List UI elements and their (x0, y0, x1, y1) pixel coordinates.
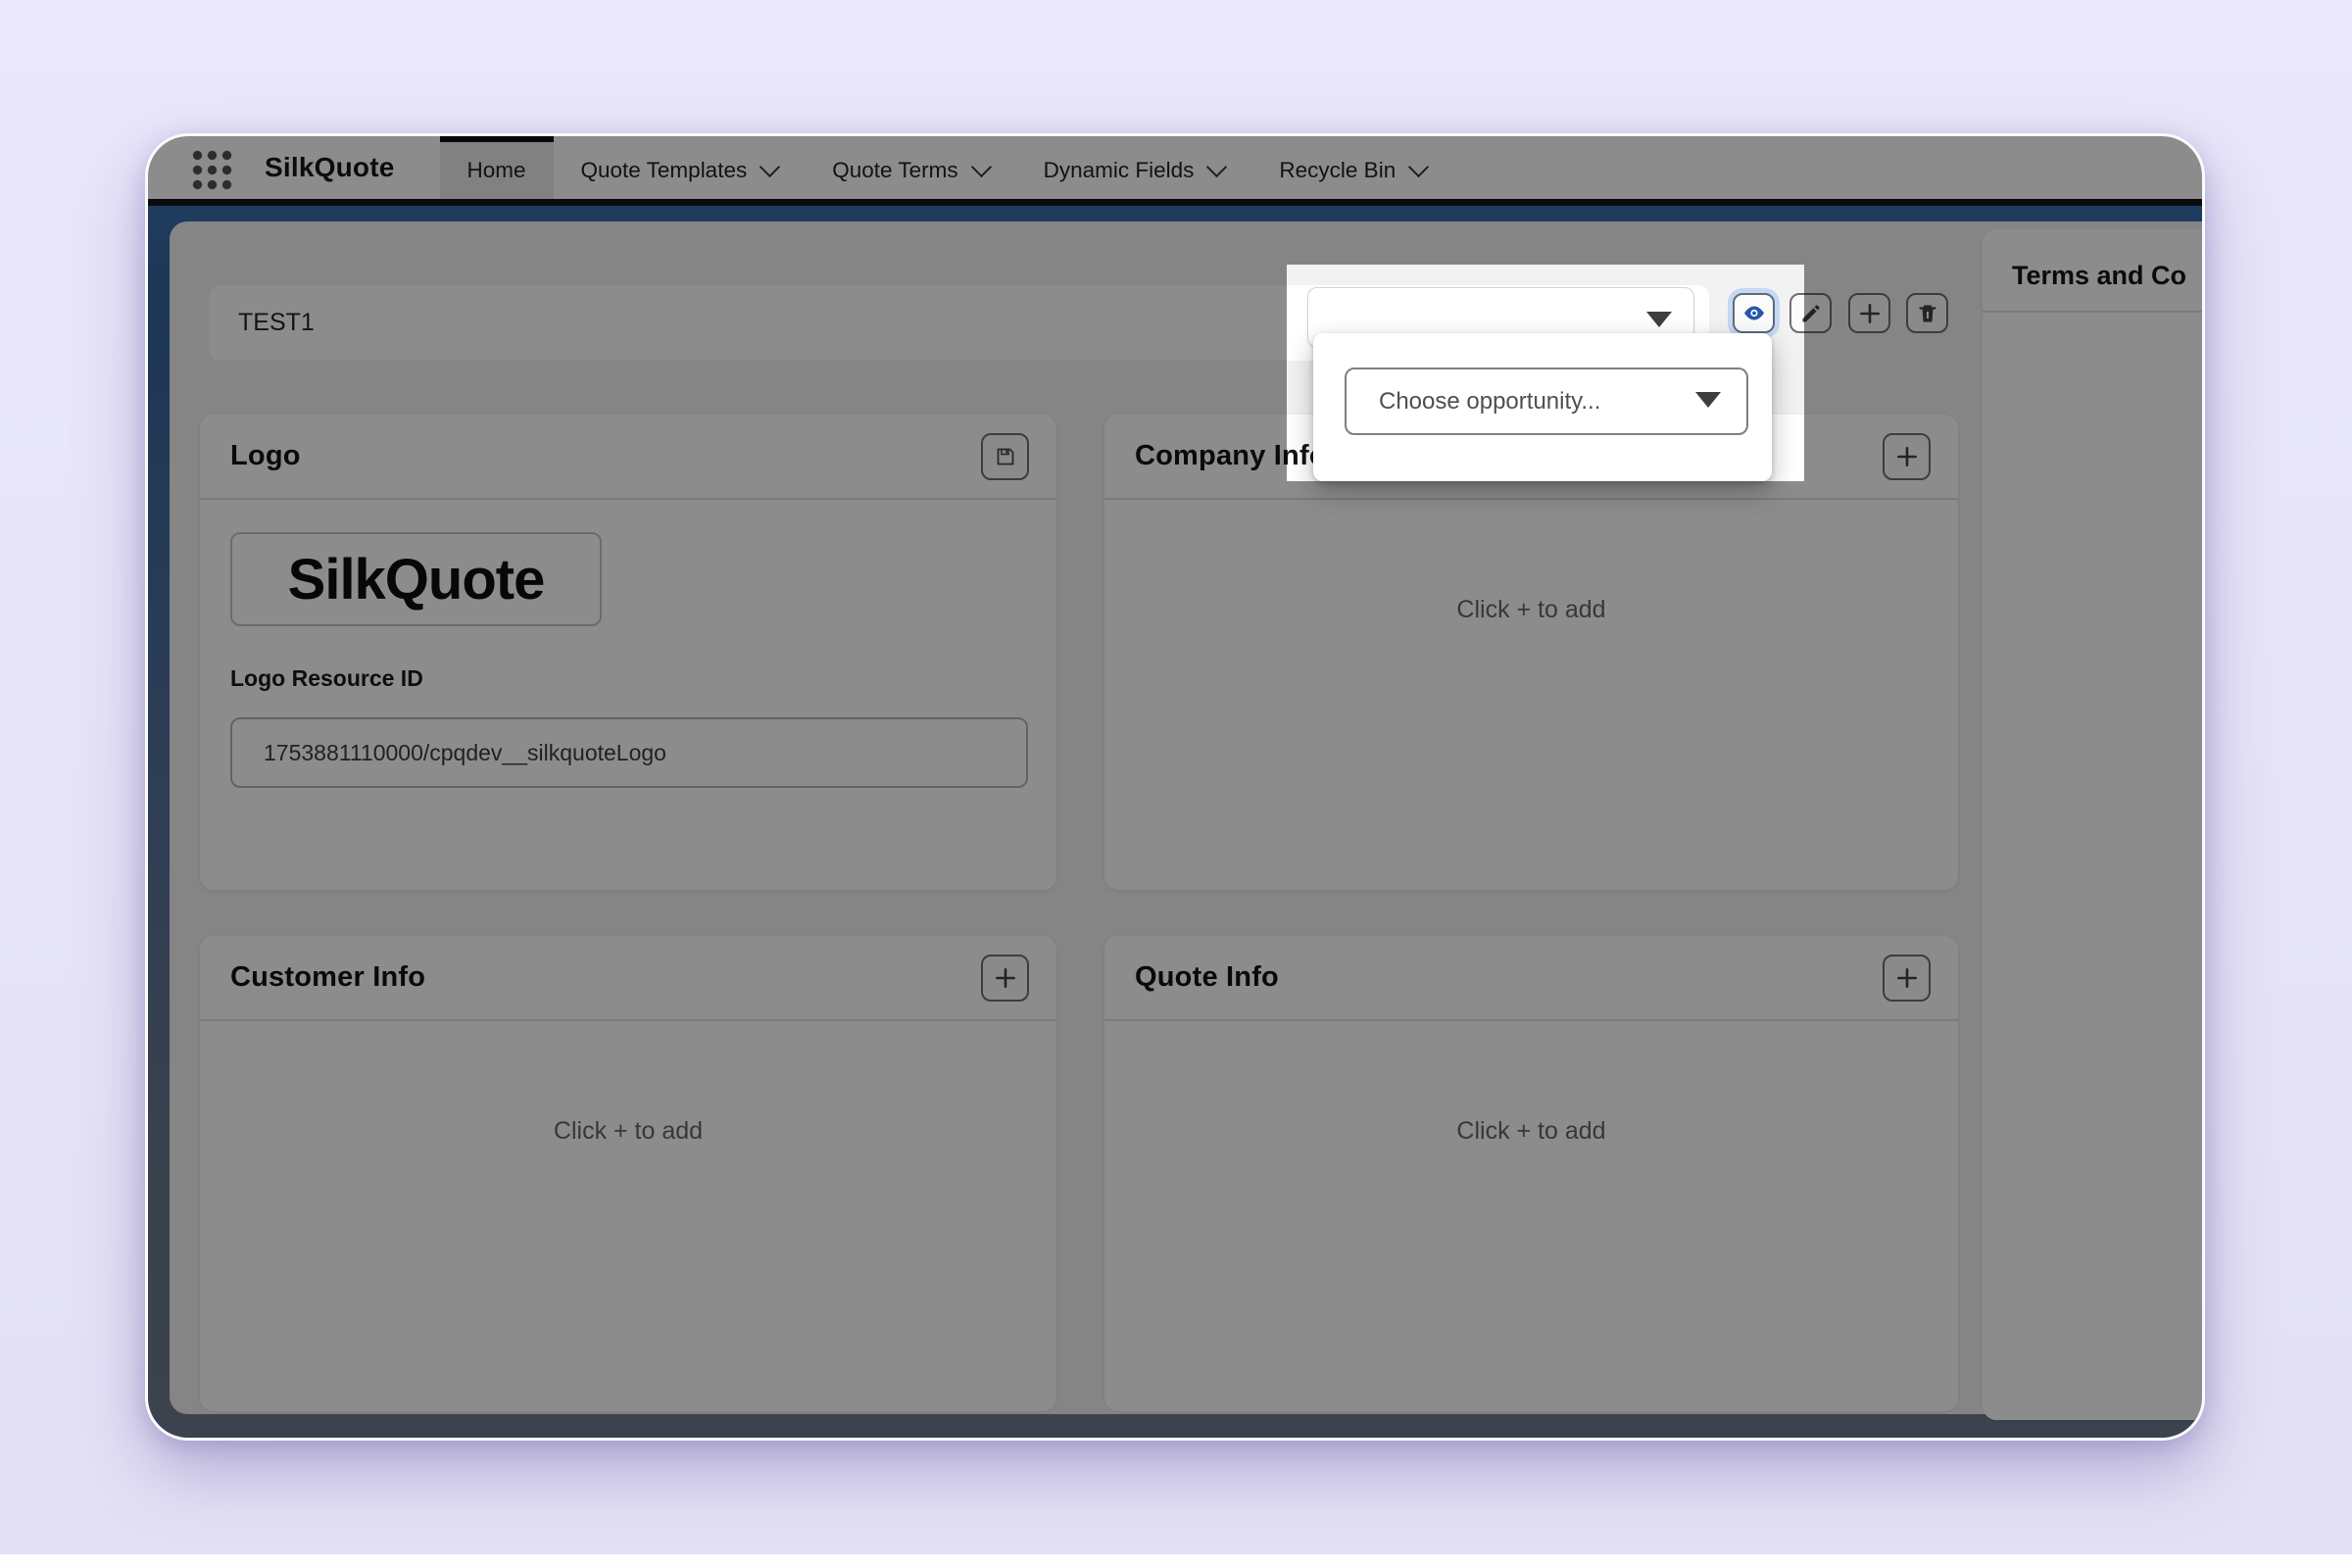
preview-button[interactable] (1733, 293, 1775, 333)
save-icon (994, 445, 1017, 468)
company-info-card: Company Info Click + to add (1104, 415, 1958, 890)
logo-card-body: SilkQuote Logo Resource ID (200, 500, 1056, 788)
add-company-field-button[interactable] (1883, 433, 1931, 480)
logo-card-header: Logo (200, 415, 1056, 500)
chevron-down-icon[interactable] (760, 157, 780, 177)
add-button[interactable] (1848, 293, 1890, 333)
quote-info-card: Quote Info Click + to add (1104, 936, 1958, 1411)
add-customer-field-button[interactable] (981, 955, 1029, 1002)
nav-tabs: Home Quote Templates Quote Terms Dynamic… (440, 136, 1454, 199)
delete-button[interactable] (1906, 293, 1948, 333)
save-logo-button[interactable] (981, 433, 1029, 480)
plus-icon (1894, 444, 1920, 469)
customer-empty-hint: Click + to add (200, 1021, 1056, 1146)
plus-icon (993, 965, 1018, 991)
app-launcher-icon[interactable] (189, 147, 233, 191)
add-quote-field-button[interactable] (1883, 955, 1931, 1002)
opportunity-popup: Choose opportunity... (1313, 333, 1772, 481)
nav-tab-quote-terms[interactable]: Quote Terms (805, 136, 1015, 199)
customer-info-card: Customer Info Click + to add (200, 936, 1056, 1411)
logo-image: SilkQuote (230, 532, 602, 626)
logo-card: Logo SilkQuote Logo Resource ID (200, 415, 1056, 890)
nav-tab-recycle-bin[interactable]: Recycle Bin (1251, 136, 1453, 199)
company-empty-hint: Click + to add (1104, 500, 1958, 624)
trash-icon (1916, 302, 1939, 325)
company-card-title: Company Info (1135, 440, 1327, 472)
customer-card-title: Customer Info (230, 961, 425, 994)
page-bottom-strip (0, 1554, 2352, 1568)
eye-icon (1740, 302, 1769, 325)
quote-empty-hint: Click + to add (1104, 1021, 1958, 1146)
dropdown-arrow-icon (1695, 392, 1721, 408)
pencil-icon (1799, 302, 1823, 325)
chevron-down-icon[interactable] (1206, 157, 1227, 177)
nav-tab-quote-templates[interactable]: Quote Templates (554, 136, 806, 199)
plus-icon (1894, 965, 1920, 991)
choose-opportunity-select[interactable]: Choose opportunity... (1345, 368, 1748, 435)
app-window: SilkQuote Home Quote Templates Quote Ter… (145, 133, 2205, 1441)
dropdown-arrow-icon (1646, 312, 1672, 327)
logo-resource-input[interactable] (230, 717, 1028, 788)
edit-button[interactable] (1789, 293, 1832, 333)
plus-icon (1857, 301, 1883, 326)
quote-card-header: Quote Info (1104, 936, 1958, 1021)
terms-sidebar: Terms and Co (1983, 229, 2205, 1420)
customer-card-header: Customer Info (200, 936, 1056, 1021)
nav-tab-home[interactable]: Home (440, 136, 554, 199)
nav-underline (148, 199, 2202, 206)
quote-card-title: Quote Info (1135, 961, 1279, 994)
app-brand: SilkQuote (265, 152, 395, 183)
sidebar-divider (1983, 311, 2205, 313)
sidebar-title: Terms and Co (1983, 229, 2205, 291)
choose-opportunity-placeholder: Choose opportunity... (1379, 388, 1600, 416)
nav-tab-dynamic-fields[interactable]: Dynamic Fields (1016, 136, 1252, 199)
logo-resource-label: Logo Resource ID (230, 665, 1027, 692)
logo-card-title: Logo (230, 440, 301, 472)
chevron-down-icon[interactable] (971, 157, 992, 177)
chevron-down-icon[interactable] (1408, 157, 1429, 177)
top-navigation-bar: SilkQuote Home Quote Templates Quote Ter… (148, 136, 2202, 199)
